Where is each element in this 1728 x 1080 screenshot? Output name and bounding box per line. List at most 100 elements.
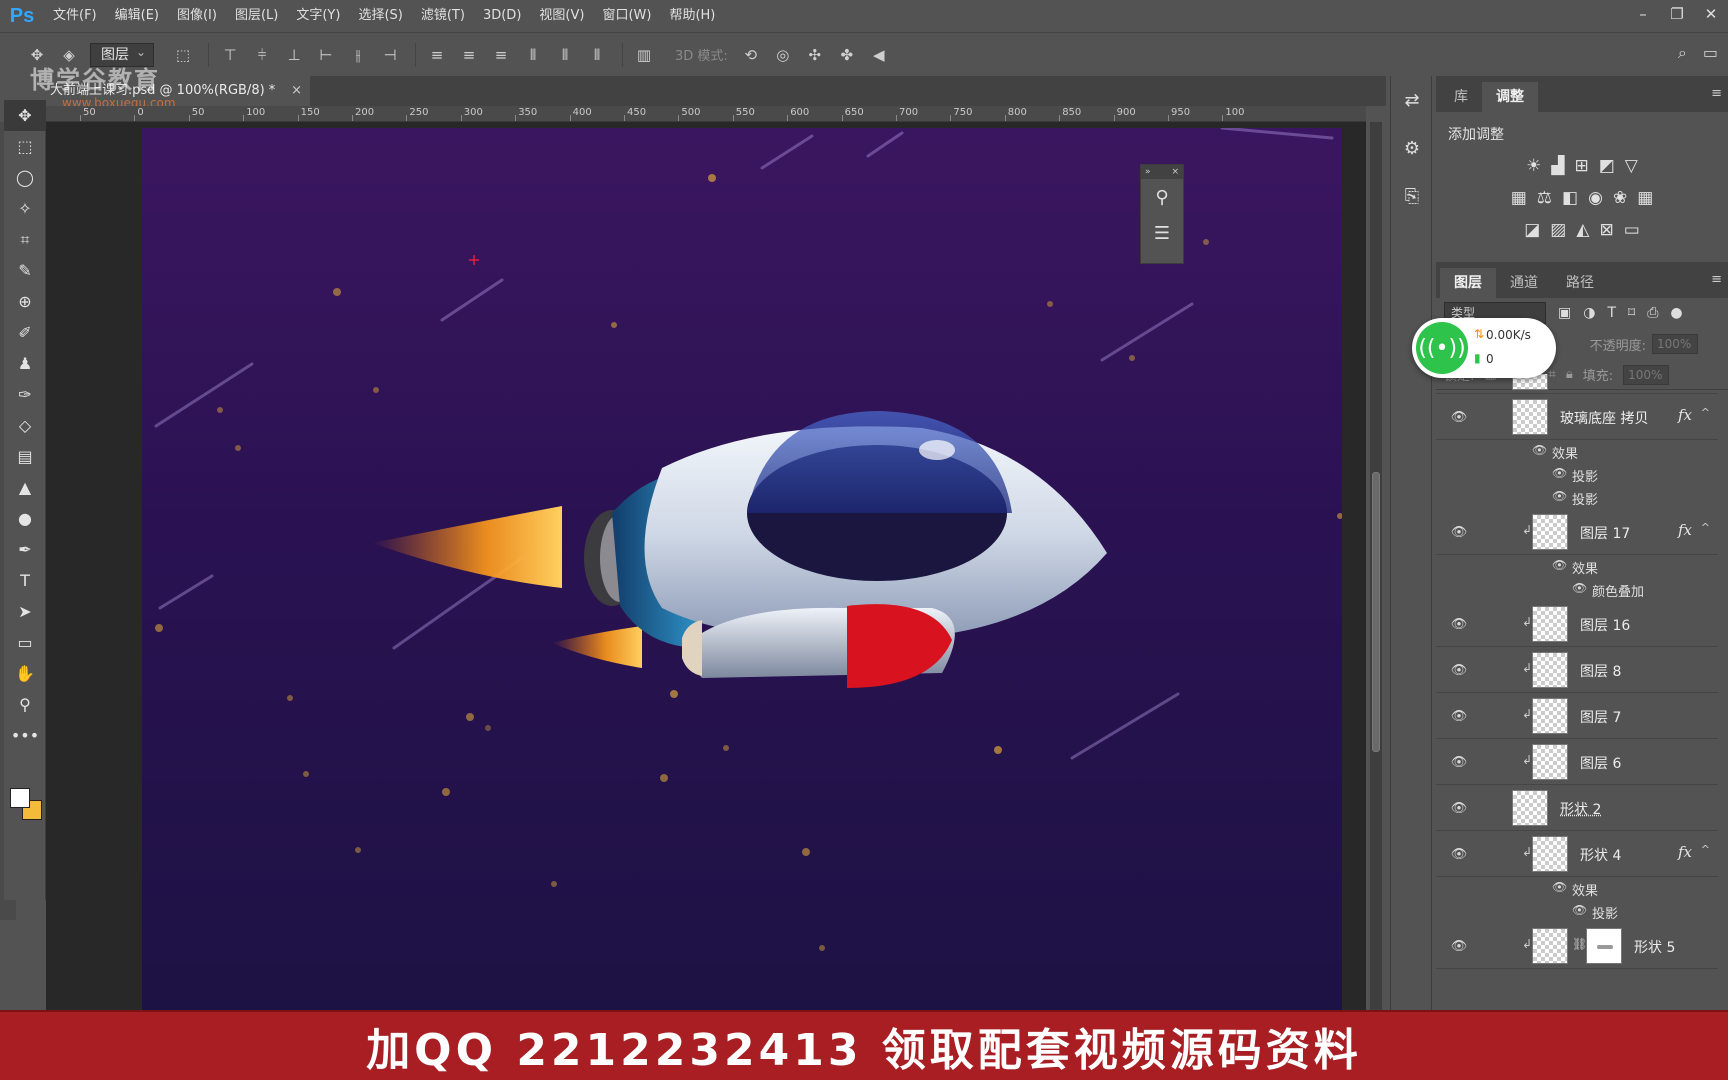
minimize-icon[interactable]: –	[1626, 0, 1660, 32]
info-icon[interactable]: ⚙	[1391, 124, 1433, 172]
curves-icon[interactable]: ⊞	[1574, 156, 1588, 176]
levels-icon[interactable]: ▟	[1551, 156, 1564, 176]
visibility-eye-icon[interactable]: 👁︎	[1450, 845, 1468, 863]
distribute-left-icon[interactable]: ⦀	[522, 44, 544, 66]
marquee-icon[interactable]: ⬚	[4, 131, 46, 162]
channel-mixer-icon[interactable]: ❀	[1613, 188, 1627, 208]
expand-arrow-icon[interactable]: ^	[1701, 843, 1710, 856]
visibility-eye-icon[interactable]: 👁︎	[1450, 799, 1468, 817]
magic-wand-icon[interactable]: ✧	[4, 193, 46, 224]
layer-row[interactable]: 👁︎ 形状 2	[1436, 785, 1718, 831]
fx-icon[interactable]: fx	[1678, 406, 1692, 424]
distribute-bottom-icon[interactable]: ≡	[490, 44, 512, 66]
layer-row[interactable]: 👁︎ ↲ 形状 4 fx ^	[1436, 831, 1718, 877]
scrollbar-thumb[interactable]	[1372, 472, 1380, 752]
layer-row[interactable]: 👁︎ ↲ ⛓ 形状 5	[1436, 923, 1718, 969]
visibility-eye-icon[interactable]: 👁︎	[1450, 661, 1468, 679]
effects-eye-icon[interactable]: 👁︎	[1532, 443, 1547, 457]
brightness-icon[interactable]: ☀	[1526, 156, 1541, 176]
chain-link-icon[interactable]: ⛓	[1572, 937, 1587, 951]
type-icon[interactable]: T	[4, 565, 46, 596]
history-brush-icon[interactable]: ✑	[4, 379, 46, 410]
menu-edit[interactable]: 编辑(E)	[106, 0, 168, 32]
close-icon[interactable]: ✕	[1694, 0, 1728, 32]
hue-saturation-icon[interactable]: ▦	[1511, 188, 1527, 208]
effects-eye-icon[interactable]: 👁︎	[1552, 880, 1567, 894]
auto-align-icon[interactable]: ▥	[633, 44, 655, 66]
menu-view[interactable]: 视图(V)	[530, 0, 593, 32]
3d-scale-icon[interactable]: ◀	[868, 44, 890, 66]
crop-icon[interactable]: ⌗	[4, 224, 46, 255]
tab-close-icon[interactable]: ×	[291, 76, 302, 106]
dodge-icon[interactable]: ●	[4, 503, 46, 534]
visibility-eye-icon[interactable]: 👁︎	[1450, 408, 1468, 426]
layer-name[interactable]: 图层 6	[1580, 753, 1621, 773]
tab-layers[interactable]: 图层	[1440, 268, 1496, 298]
visibility-eye-icon[interactable]: 👁︎	[1450, 753, 1468, 771]
layer-name[interactable]: 玻璃底座 拷贝	[1560, 408, 1648, 428]
align-vcenter-icon[interactable]: ⫩	[251, 44, 273, 66]
layer-row[interactable]: 👁︎ ↲ 图层 16	[1436, 601, 1718, 647]
align-left-icon[interactable]: ⊢	[315, 44, 337, 66]
layer-mask-thumbnail[interactable]	[1586, 928, 1622, 964]
distribute-right-icon[interactable]: ⦀	[586, 44, 608, 66]
properties-icon[interactable]: ⇄	[1391, 76, 1433, 124]
photo-filter-icon[interactable]: ◉	[1588, 188, 1603, 208]
eraser-icon[interactable]: ◇	[4, 410, 46, 441]
adjust-sliders-icon[interactable]: ☰	[1141, 215, 1183, 251]
tab-libraries[interactable]: 库	[1440, 82, 1482, 112]
layers-menu-icon[interactable]: ≡	[1711, 272, 1722, 287]
visibility-eye-icon[interactable]: 👁︎	[1450, 523, 1468, 541]
filter-toggle-icon[interactable]: ●	[1670, 305, 1682, 321]
menu-image[interactable]: 图像(I)	[168, 0, 226, 32]
visibility-eye-icon[interactable]: 👁︎	[1450, 707, 1468, 725]
visibility-eye-icon[interactable]: 👁︎	[1450, 615, 1468, 633]
menu-layer[interactable]: 图层(L)	[226, 0, 287, 32]
mini-close-icon[interactable]: ×	[1171, 165, 1179, 179]
effect-eye-icon[interactable]: 👁︎	[1572, 581, 1587, 595]
layer-name[interactable]: 图层 16	[1580, 615, 1630, 635]
move-icon[interactable]: ✥	[4, 100, 46, 131]
stamp-icon[interactable]: ♟	[4, 348, 46, 379]
expand-arrow-icon[interactable]: ^	[1701, 406, 1710, 419]
fx-icon[interactable]: fx	[1678, 521, 1692, 539]
distribute-top-icon[interactable]: ≡	[426, 44, 448, 66]
layer-row[interactable]: 👁︎ 玻璃底座 拷贝 fx ^	[1436, 394, 1718, 440]
gradient-map-icon[interactable]: ▭	[1624, 220, 1640, 240]
menu-3d[interactable]: 3D(D)	[474, 0, 530, 32]
path-select-icon[interactable]: ➤	[4, 596, 46, 627]
menu-type[interactable]: 文字(Y)	[287, 0, 349, 32]
hand-icon[interactable]: ✋	[4, 658, 46, 689]
opacity-input[interactable]: 100%	[1652, 334, 1698, 354]
layer-name[interactable]: 形状 5	[1634, 937, 1675, 957]
3d-pan-icon[interactable]: ✣	[804, 44, 826, 66]
align-right-icon[interactable]: ⊣	[379, 44, 401, 66]
network-speed-widget[interactable]: ((•)) ⇅ 0.00K/s ▮ 0	[1412, 318, 1556, 378]
color-balance-icon[interactable]: ⚖	[1537, 188, 1552, 208]
horizontal-ruler[interactable]: 50 0 50 100 150 200 250 300 350 400 450 500 550 600 65…	[46, 106, 1366, 122]
tab-adjustments[interactable]: 调整	[1482, 82, 1538, 112]
filter-type-icon[interactable]: T	[1607, 305, 1616, 321]
gradient-icon[interactable]: ▤	[4, 441, 46, 472]
brush-presets-icon[interactable]: ⚲	[1141, 179, 1183, 215]
foreground-color-swatch[interactable]	[10, 788, 30, 808]
layer-name[interactable]: 形状 2	[1560, 799, 1601, 819]
zoom-icon[interactable]: ⚲	[4, 689, 46, 720]
workspace-icon[interactable]: ▭	[1703, 43, 1718, 63]
menu-file[interactable]: 文件(F)	[44, 0, 106, 32]
layer-row[interactable]: 👁︎ ↲ 图层 8	[1436, 647, 1718, 693]
eyedropper-icon[interactable]: ✎	[4, 255, 46, 286]
layer-name[interactable]: 图层 8	[1580, 661, 1621, 681]
menu-window[interactable]: 窗口(W)	[593, 0, 660, 32]
filter-shape-icon[interactable]: ⌑	[1628, 305, 1635, 321]
distribute-hcenter-icon[interactable]: ⦀	[554, 44, 576, 66]
pen-icon[interactable]: ✒	[4, 534, 46, 565]
3d-slide-icon[interactable]: ✤	[836, 44, 858, 66]
filter-smart-icon[interactable]: ⎙	[1647, 305, 1658, 321]
menu-filter[interactable]: 滤镜(T)	[412, 0, 474, 32]
threshold-icon[interactable]: ◭	[1576, 220, 1589, 240]
invert-icon[interactable]: ◪	[1524, 220, 1540, 240]
align-bottom-icon[interactable]: ⊥	[283, 44, 305, 66]
lasso-icon[interactable]: ◯	[4, 162, 46, 193]
filter-pixel-icon[interactable]: ▣	[1558, 305, 1571, 321]
